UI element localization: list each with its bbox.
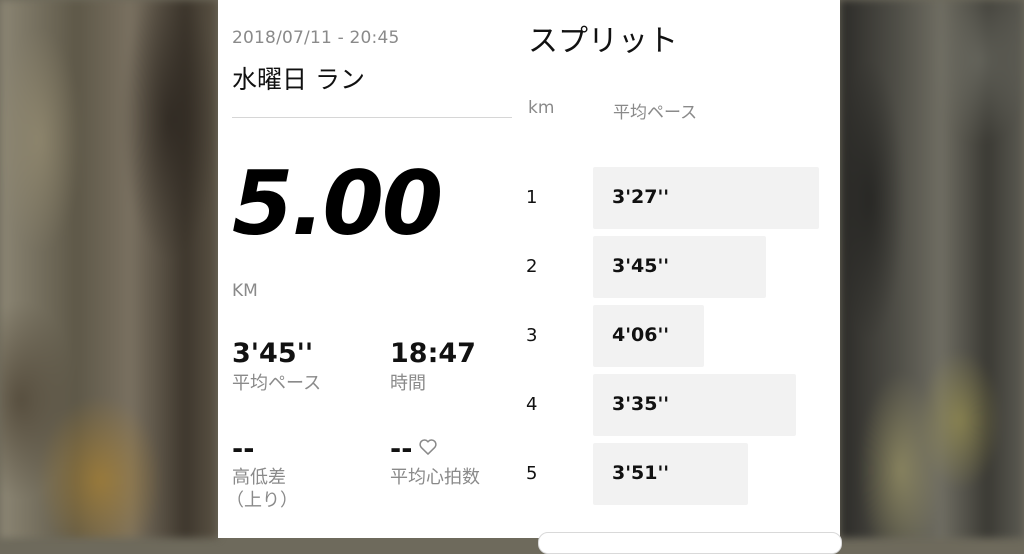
split-km: 4	[526, 394, 538, 415]
split-pace: 3'45''	[612, 255, 670, 277]
time-label: 時間	[390, 373, 426, 394]
split-row: 4 3'35''	[526, 374, 840, 436]
heart-rate-label: 平均心拍数	[390, 467, 480, 488]
split-km: 5	[526, 463, 538, 484]
splits-col-km: km	[528, 98, 555, 118]
background-photo-right	[840, 0, 1024, 538]
elevation-label: 高低差	[232, 467, 286, 488]
activity-name: 水曜日 ラン	[232, 65, 365, 94]
activity-datetime: 2018/07/11 - 20:45	[232, 28, 400, 48]
heart-rate-value: --	[390, 434, 413, 465]
splits-title: スプリット	[528, 24, 678, 59]
split-row: 1 3'27''	[526, 167, 840, 229]
split-row: 5 3'51''	[526, 443, 840, 505]
split-pace: 3'51''	[612, 462, 670, 484]
avg-pace-value: 3'45''	[232, 338, 314, 369]
avg-pace-label: 平均ペース	[232, 373, 322, 394]
time-value: 18:47	[390, 338, 476, 369]
split-pace: 4'06''	[612, 324, 670, 346]
divider	[232, 117, 512, 118]
run-summary-panel: 2018/07/11 - 20:45 水曜日 ラン 5.00 KM 3'45''…	[218, 0, 842, 554]
split-km: 1	[526, 187, 538, 208]
split-pace: 3'35''	[612, 393, 670, 415]
background-photo-left	[0, 0, 218, 538]
splits-col-pace: 平均ペース	[613, 103, 698, 123]
split-km: 3	[526, 325, 538, 346]
elevation-value: --	[232, 434, 255, 465]
heart-outline-icon	[419, 439, 437, 455]
next-card-edge	[538, 532, 842, 554]
split-row: 2 3'45''	[526, 236, 840, 298]
split-row: 3 4'06''	[526, 305, 840, 367]
split-pace: 3'27''	[612, 186, 670, 208]
elevation-sublabel: （上り）	[226, 490, 298, 511]
split-km: 2	[526, 256, 538, 277]
distance-unit: KM	[232, 281, 258, 301]
distance-value: 5.00	[232, 152, 443, 255]
